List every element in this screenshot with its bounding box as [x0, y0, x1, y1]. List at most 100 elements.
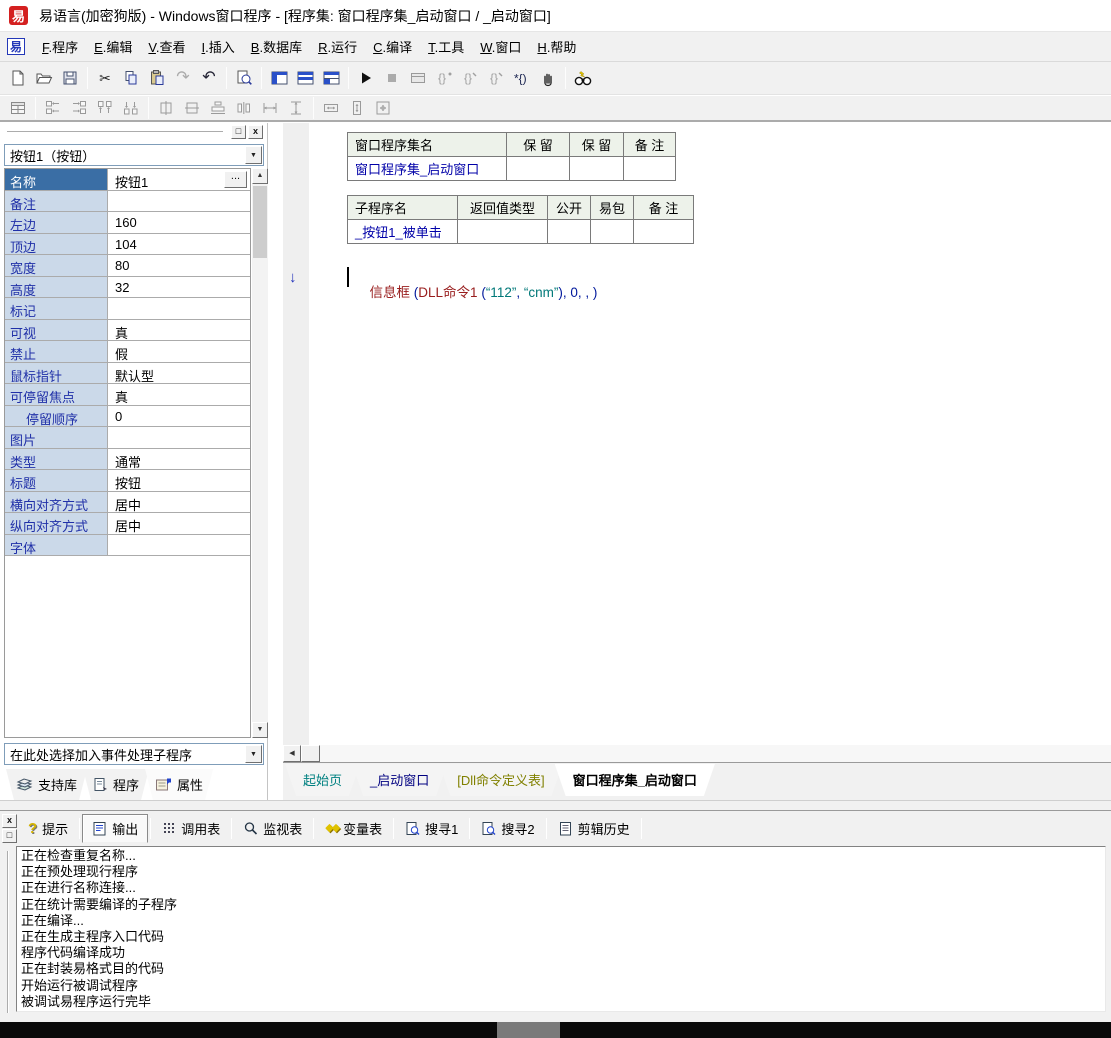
output-console[interactable]: 正在检查重复名称...正在预处理现行程序正在进行名称连接...正在统计需要编译的…	[16, 846, 1106, 1012]
tab-clip-history[interactable]: 剪辑历史	[549, 815, 639, 842]
panel-close-button[interactable]: x	[248, 125, 263, 139]
cell[interactable]	[634, 220, 694, 244]
layout-grid-button[interactable]	[318, 66, 344, 90]
tab-properties[interactable]: 属性	[145, 769, 213, 800]
property-value[interactable]	[108, 427, 250, 448]
property-row[interactable]: 禁止 假	[5, 341, 250, 363]
open-file-button[interactable]	[31, 66, 57, 90]
tab-support-library[interactable]: 支持库	[6, 769, 87, 800]
editor-tab[interactable]: 窗口程序集_启动窗口	[555, 764, 715, 796]
align-rights-button[interactable]	[66, 96, 92, 120]
redo-button[interactable]: ↷	[170, 66, 196, 90]
panel-gripper[interactable]	[7, 131, 223, 133]
distribute-horizontal-button[interactable]	[231, 96, 257, 120]
menu-item[interactable]: H.帮助	[529, 33, 584, 60]
property-value[interactable]: 80	[108, 255, 250, 276]
find-command-button[interactable]	[570, 66, 596, 90]
property-value[interactable]	[108, 191, 250, 212]
property-row[interactable]: 停留顺序 0	[5, 406, 250, 428]
step-into-button[interactable]: {}	[457, 66, 483, 90]
property-row[interactable]: 顶边 104	[5, 234, 250, 256]
property-value[interactable]	[108, 298, 250, 319]
pause-button[interactable]	[535, 66, 561, 90]
menu-item[interactable]: V.查看	[140, 33, 193, 60]
scroll-thumb[interactable]	[301, 745, 320, 762]
property-row[interactable]: 名称 按钮1	[5, 169, 250, 191]
property-row[interactable]: 备注	[5, 191, 250, 213]
property-value[interactable]: 居中	[108, 513, 250, 534]
property-value[interactable]: 假	[108, 341, 250, 362]
editor-horizontal-scrollbar[interactable]: ◀	[283, 745, 1111, 763]
property-value[interactable]: 真	[108, 320, 250, 341]
save-button[interactable]	[57, 66, 83, 90]
property-row[interactable]: 标记	[5, 298, 250, 320]
cell[interactable]	[591, 220, 634, 244]
panel-maximize-button[interactable]: □	[231, 125, 246, 139]
scroll-down-button[interactable]: ▼	[252, 722, 268, 738]
property-value[interactable]: 0	[108, 406, 250, 427]
menu-item[interactable]: T.工具	[420, 33, 472, 60]
space-equal-h-button[interactable]	[257, 96, 283, 120]
scroll-thumb[interactable]	[253, 186, 267, 258]
property-row[interactable]: 纵向对齐方式 居中	[5, 513, 250, 535]
code-editor[interactable]: ↓ 窗口程序集名 保 留 保 留 备 注 窗口程序集_启动窗口	[283, 123, 1111, 800]
layout-bottom-panel-button[interactable]	[292, 66, 318, 90]
editor-tab[interactable]: [Dll命令定义表]	[439, 764, 562, 796]
undo-button[interactable]: ↶	[196, 66, 222, 90]
run-button[interactable]	[353, 66, 379, 90]
cell[interactable]	[458, 220, 548, 244]
taskbar-item[interactable]	[497, 1022, 560, 1038]
dock-restore-button[interactable]: □	[2, 829, 17, 843]
stop-button[interactable]	[379, 66, 405, 90]
property-row[interactable]: 高度 32	[5, 277, 250, 299]
property-value[interactable]: 104	[108, 234, 250, 255]
scroll-up-button[interactable]: ▲	[252, 168, 268, 184]
tab-output[interactable]: 输出	[82, 814, 148, 843]
editor-tab[interactable]: _启动窗口	[352, 764, 447, 796]
property-value[interactable]: 通常	[108, 449, 250, 470]
table-row[interactable]: 窗口程序集_启动窗口	[348, 157, 676, 181]
same-width-button[interactable]	[318, 96, 344, 120]
copy-button[interactable]	[118, 66, 144, 90]
align-bottoms-button[interactable]	[118, 96, 144, 120]
form-designer-button[interactable]	[5, 96, 31, 120]
tab-search2[interactable]: 搜寻2	[472, 815, 543, 842]
event-selector-combobox[interactable]: 在此处选择加入事件处理子程序 ▼	[4, 743, 264, 765]
menu-item[interactable]: C.编译	[365, 33, 420, 60]
cell[interactable]	[507, 157, 570, 181]
toggle-breakpoint-button[interactable]: *{)	[509, 66, 535, 90]
child-window-icon[interactable]: 易	[7, 38, 25, 55]
step-over-button[interactable]: {}	[431, 66, 457, 90]
property-value[interactable]: 居中	[108, 492, 250, 513]
paste-button[interactable]	[144, 66, 170, 90]
object-selector-combobox[interactable]: 按钮1（按钮） ▼	[4, 144, 264, 166]
chevron-down-icon[interactable]: ▼	[245, 745, 262, 763]
property-value[interactable]: 160	[108, 212, 250, 233]
tab-watch-table[interactable]: 监视表	[234, 815, 311, 842]
cut-button[interactable]: ✂	[92, 66, 118, 90]
menu-item[interactable]: F.程序	[34, 33, 86, 60]
property-row[interactable]: 图片	[5, 427, 250, 449]
tab-variable-table[interactable]: ◆◆ 变量表	[316, 815, 391, 842]
layout-left-panel-button[interactable]	[266, 66, 292, 90]
same-height-button[interactable]	[344, 96, 370, 120]
align-tops-button[interactable]	[92, 96, 118, 120]
property-value[interactable]: 32	[108, 277, 250, 298]
property-ellipsis-button[interactable]: ...	[224, 171, 247, 188]
property-row[interactable]: 左边 160	[5, 212, 250, 234]
menu-item[interactable]: R.运行	[310, 33, 365, 60]
property-value[interactable]: 真	[108, 384, 250, 405]
space-equal-v-button[interactable]	[283, 96, 309, 120]
property-row[interactable]: 字体	[5, 535, 250, 557]
property-row[interactable]: 类型 通常	[5, 449, 250, 471]
editor-tab[interactable]: 起始页	[285, 764, 360, 796]
debug-window-button[interactable]	[405, 66, 431, 90]
new-file-button[interactable]	[5, 66, 31, 90]
tab-program[interactable]: 程序	[83, 769, 149, 800]
property-value[interactable]	[108, 535, 250, 556]
property-row[interactable]: 可视 真	[5, 320, 250, 342]
program-set-name-cell[interactable]: 窗口程序集_启动窗口	[348, 157, 507, 181]
cell[interactable]	[624, 157, 676, 181]
chevron-down-icon[interactable]: ▼	[245, 146, 262, 164]
subroutine-name-cell[interactable]: _按钮1_被单击	[348, 220, 458, 244]
